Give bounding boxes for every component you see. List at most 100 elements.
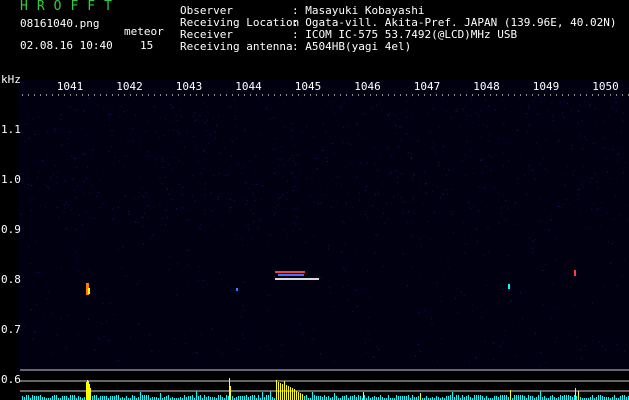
- strength-bar: [598, 395, 599, 400]
- noise-dot: [436, 282, 438, 284]
- noise-dot: [365, 351, 367, 353]
- noise-dot: [622, 177, 624, 179]
- noise-dot: [138, 196, 140, 198]
- noise-dot: [200, 333, 202, 335]
- noise-dot: [447, 100, 449, 102]
- noise-dot: [372, 205, 374, 206]
- strength-bar: [364, 395, 365, 400]
- x-minor-tick: [424, 94, 425, 96]
- x-minor-tick: [244, 94, 245, 96]
- noise-dot: [32, 338, 34, 340]
- x-tick-label: 1049: [533, 80, 560, 93]
- noise-dot: [412, 221, 414, 223]
- noise-dot: [56, 207, 58, 208]
- noise-dot: [489, 134, 491, 136]
- noise-dot: [311, 340, 313, 342]
- noise-dot: [519, 324, 521, 326]
- strength-bar: [324, 395, 325, 400]
- noise-dot: [457, 188, 459, 190]
- noise-dot: [517, 129, 518, 131]
- noise-dot: [359, 162, 361, 164]
- x-minor-tick: [76, 94, 77, 96]
- noise-dot: [108, 340, 110, 342]
- noise-dot: [429, 131, 431, 132]
- noise-dot: [615, 110, 617, 112]
- noise-dot: [278, 96, 280, 98]
- noise-dot: [305, 177, 307, 179]
- noise-dot: [407, 211, 409, 212]
- noise-dot: [277, 204, 279, 206]
- x-minor-tick: [154, 94, 155, 96]
- noise-dot: [547, 171, 549, 173]
- noise-dot: [65, 201, 67, 203]
- noise-dot: [51, 312, 53, 314]
- noise-dot: [418, 311, 420, 313]
- noise-dot: [234, 210, 236, 212]
- noise-dot: [364, 136, 366, 138]
- noise-dot: [207, 107, 208, 109]
- noise-dot: [164, 176, 166, 178]
- noise-dot: [298, 101, 300, 103]
- noise-dot: [159, 204, 161, 206]
- strength-bar: [516, 395, 517, 400]
- noise-dot: [617, 161, 619, 163]
- noise-dot: [545, 139, 547, 140]
- noise-dot: [444, 279, 446, 281]
- noise-dot: [92, 149, 94, 151]
- noise-dot: [539, 220, 541, 222]
- noise-dot: [75, 109, 76, 111]
- noise-dot: [54, 130, 56, 132]
- noise-dot: [178, 110, 180, 112]
- noise-dot: [456, 288, 458, 290]
- noise-dot: [77, 255, 79, 257]
- x-minor-tick: [130, 94, 131, 96]
- noise-dot: [230, 289, 232, 291]
- noise-dot: [447, 193, 449, 195]
- noise-dot: [149, 334, 151, 336]
- noise-dot: [160, 223, 162, 225]
- noise-dot: [65, 347, 67, 349]
- noise-dot: [505, 219, 506, 221]
- noise-dot: [218, 114, 219, 116]
- noise-dot: [343, 126, 345, 128]
- noise-dot: [206, 119, 208, 121]
- strength-bar: [620, 396, 621, 400]
- noise-dot: [538, 365, 540, 367]
- noise-dot: [183, 334, 185, 336]
- x-minor-tick: [238, 94, 239, 96]
- noise-dot: [251, 238, 253, 240]
- noise-dot: [283, 229, 285, 231]
- noise-dot: [236, 138, 238, 140]
- noise-dot: [114, 156, 116, 158]
- noise-dot: [498, 137, 500, 139]
- noise-dot: [396, 125, 397, 127]
- x-minor-tick: [580, 94, 581, 96]
- strength-bar: [550, 396, 551, 400]
- noise-dot: [46, 156, 48, 158]
- noise-dot: [269, 295, 271, 297]
- noise-dot: [442, 97, 444, 99]
- strength-bar: [476, 395, 477, 400]
- strength-bar: [482, 396, 483, 400]
- noise-dot: [97, 104, 99, 106]
- noise-dot: [287, 180, 289, 182]
- noise-dot: [500, 304, 502, 306]
- noise-dot: [556, 128, 558, 129]
- strength-bar: [62, 396, 63, 400]
- noise-dot: [165, 224, 167, 226]
- noise-dot: [321, 149, 323, 151]
- noise-dot: [394, 115, 396, 117]
- noise-dot: [325, 131, 327, 133]
- noise-dot: [356, 266, 358, 268]
- x-minor-tick: [490, 94, 491, 96]
- noise-dot: [287, 236, 289, 238]
- noise-dot: [173, 338, 175, 340]
- noise-dot: [282, 194, 284, 196]
- x-minor-tick: [538, 94, 539, 96]
- noise-dot: [248, 228, 250, 230]
- noise-dot: [542, 304, 544, 306]
- noise-dot: [579, 133, 581, 135]
- noise-dot: [526, 131, 528, 133]
- strength-bar: [363, 392, 364, 400]
- noise-dot: [522, 318, 523, 320]
